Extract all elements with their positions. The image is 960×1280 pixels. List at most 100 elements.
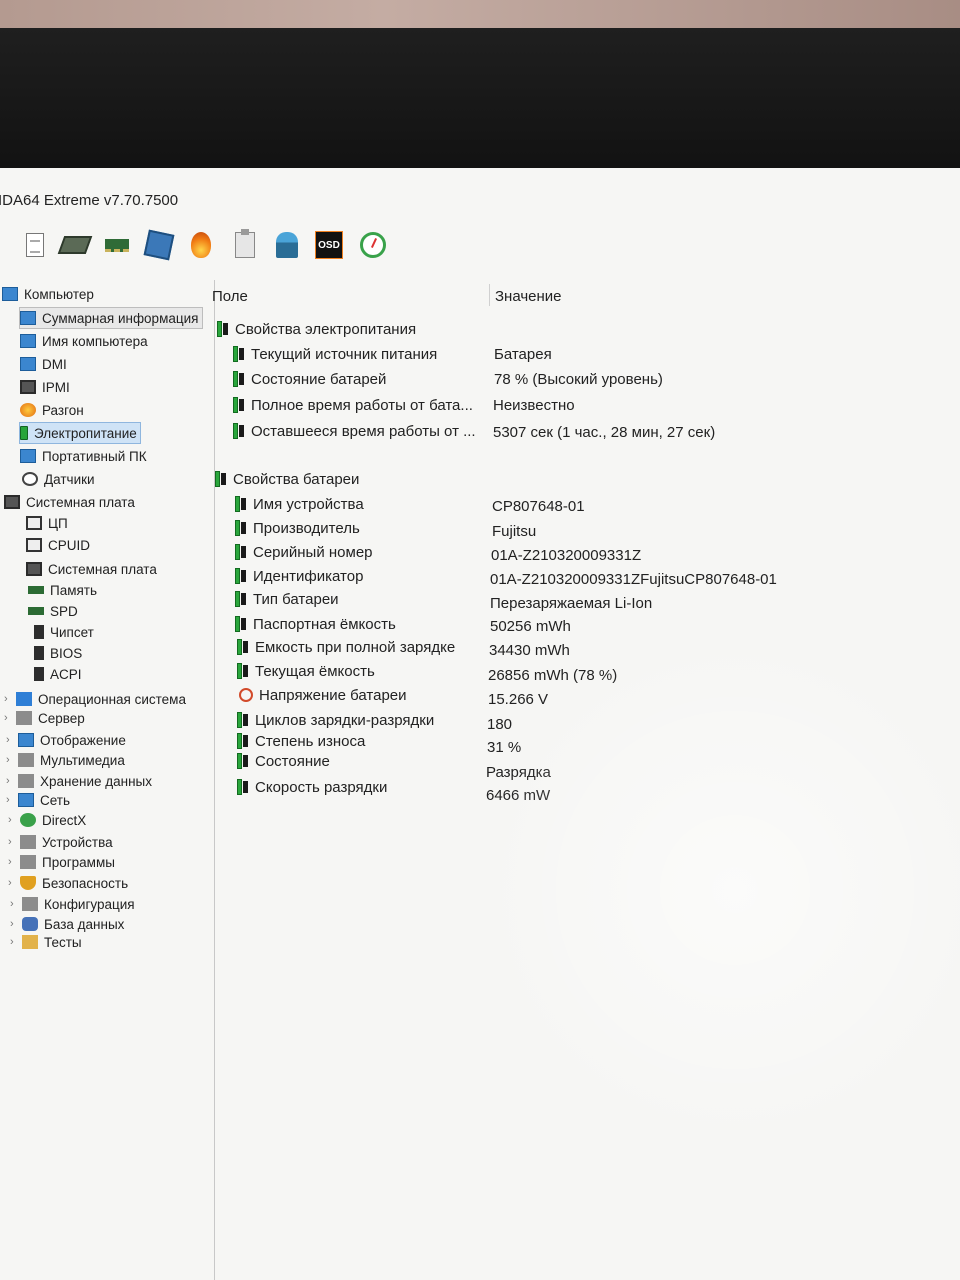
list-row[interactable]: Текущая ёмкость <box>237 660 375 682</box>
chevron-right-icon[interactable]: › <box>4 693 14 705</box>
row-value: CP807648-01 <box>492 497 585 515</box>
chevron-right-icon[interactable]: › <box>10 918 20 930</box>
chevron-right-icon[interactable]: › <box>8 856 18 868</box>
tree-item-storage[interactable]: › Хранение данных <box>6 771 152 791</box>
tree-item-programs[interactable]: › Программы <box>8 852 115 872</box>
tree-item-server[interactable]: › Сервер <box>4 708 85 728</box>
chevron-right-icon[interactable]: › <box>8 877 18 889</box>
osd-icon[interactable]: OSD <box>314 230 344 260</box>
tree-item-dmi[interactable]: DMI <box>20 354 67 374</box>
list-row[interactable]: Оставшееся время работы от ... <box>233 420 476 442</box>
list-row[interactable]: Полное время работы от бата... <box>233 394 473 416</box>
row-field: Серийный номер <box>253 543 373 561</box>
tree-item-devices[interactable]: › Устройства <box>8 832 113 852</box>
tree-item-laptop[interactable]: Портативный ПК <box>20 446 147 466</box>
memory-icon[interactable] <box>102 230 132 260</box>
report-icon[interactable] <box>20 230 50 260</box>
list-row[interactable]: Идентификатор <box>235 565 363 587</box>
computer-icon <box>2 287 18 301</box>
clipboard-icon[interactable] <box>230 229 260 260</box>
tree-item-label: BIOS <box>50 645 83 661</box>
tree-item-summary[interactable]: Суммарная информация <box>18 307 204 329</box>
chevron-right-icon[interactable]: › <box>6 754 16 766</box>
row-value: Разрядка <box>486 763 551 781</box>
list-row[interactable]: Напряжение батареи <box>239 684 407 706</box>
tree-item-power[interactable]: Электропитание <box>19 422 141 444</box>
tree-item-computer-name[interactable]: Имя компьютера <box>20 331 148 351</box>
list-row[interactable]: Производитель <box>235 517 360 539</box>
overclock-icon <box>20 403 36 417</box>
tree-item-motherboard[interactable]: Системная плата <box>26 559 157 579</box>
list-row[interactable]: Емкость при полной зарядке <box>237 636 455 658</box>
list-row[interactable]: Имя устройства <box>235 493 364 515</box>
tree-item-label: Программы <box>42 854 115 870</box>
motherboard-icon[interactable] <box>143 229 175 261</box>
server-icon <box>16 711 32 725</box>
chevron-right-icon[interactable]: › <box>8 814 18 826</box>
row-value: 01A-Z210320009331ZFujitsuCP807648-01 <box>490 570 777 588</box>
list-row[interactable]: Паспортная ёмкость <box>235 613 396 635</box>
section-title: Свойства батареи <box>233 470 360 488</box>
chevron-right-icon[interactable]: › <box>8 836 18 848</box>
tree-item-cpu[interactable]: ЦП <box>26 513 68 533</box>
tree-item-network[interactable]: › Сеть <box>6 790 70 810</box>
chevron-right-icon[interactable]: › <box>10 936 20 948</box>
tree-item-multimedia[interactable]: › Мультимедиа <box>6 750 125 770</box>
row-value: 5307 сек (1 час., 28 мин, 27 сек) <box>493 423 716 441</box>
tree-item-label: ЦП <box>48 515 68 531</box>
list-row[interactable]: Серийный номер <box>235 541 373 563</box>
tree-item-label: Сервер <box>38 710 85 726</box>
section-power-properties[interactable]: Свойства электропитания <box>217 318 416 340</box>
tree-item-chipset[interactable]: Чипсет <box>34 622 94 642</box>
window-title: IDA64 Extreme v7.70.7500 <box>0 192 179 209</box>
column-header-field[interactable]: Поле <box>212 280 248 312</box>
list-row[interactable]: Тип батареи <box>235 588 339 610</box>
tree-item-label: Чипсет <box>50 624 94 640</box>
tree-item-acpi[interactable]: ACPI <box>34 664 82 684</box>
tree-item-motherboard-group[interactable]: Системная плата <box>4 492 135 512</box>
chevron-right-icon[interactable]: › <box>10 898 20 910</box>
tree-item-computer[interactable]: Компьютер <box>2 284 94 304</box>
list-row[interactable]: Циклов зарядки-разрядки <box>237 709 434 731</box>
toolbar: OSD <box>0 226 960 266</box>
column-separator[interactable] <box>489 284 490 306</box>
tree-item-security[interactable]: › Безопасность <box>8 873 128 893</box>
chevron-right-icon[interactable]: › <box>6 734 16 746</box>
tree-item-label: Тесты <box>44 934 82 950</box>
navigation-tree: Компьютер Суммарная информация Имя компь… <box>0 280 215 1280</box>
tree-item-database[interactable]: › База данных <box>10 914 124 934</box>
tree-item-label: База данных <box>44 916 125 932</box>
list-row[interactable]: Состояние батарей <box>233 368 386 390</box>
list-row[interactable]: Состояние <box>237 750 330 772</box>
tree-item-ipmi[interactable]: IPMI <box>20 377 70 397</box>
sensor-icon <box>22 472 38 486</box>
tree-item-overclock[interactable]: Разгон <box>20 400 84 420</box>
tree-item-os[interactable]: › Операционная система <box>4 689 186 709</box>
tree-item-label: Имя компьютера <box>42 333 148 349</box>
list-row[interactable]: Степень износа <box>237 730 365 752</box>
tree-item-directx[interactable]: › DirectX <box>8 810 86 830</box>
chevron-right-icon[interactable]: › <box>4 712 14 724</box>
tree-item-display[interactable]: › Отображение <box>6 730 126 750</box>
tree-item-spd[interactable]: SPD <box>28 601 78 621</box>
chevron-right-icon[interactable]: › <box>6 794 16 806</box>
tree-item-sensors[interactable]: Датчики <box>22 469 95 489</box>
database-icon <box>22 917 38 931</box>
tree-item-tests[interactable]: › Тесты <box>10 932 82 952</box>
tree-item-memory[interactable]: Память <box>28 580 97 600</box>
row-value: Перезаряжаемая Li-Ion <box>490 594 653 612</box>
section-battery-properties[interactable]: Свойства батареи <box>215 468 359 490</box>
tree-item-label: ACPI <box>50 666 82 682</box>
tree-item-config[interactable]: › Конфигурация <box>10 894 135 914</box>
flame-icon[interactable] <box>186 230 216 260</box>
tree-item-bios[interactable]: BIOS <box>34 643 82 663</box>
user-icon[interactable] <box>272 230 302 260</box>
tree-item-cpuid[interactable]: CPUID <box>26 535 90 555</box>
cpu-icon[interactable] <box>57 230 93 260</box>
gauge-icon[interactable] <box>358 230 388 260</box>
list-row[interactable]: Скорость разрядки <box>237 776 387 798</box>
chevron-right-icon[interactable]: › <box>6 775 16 787</box>
battery-icon <box>237 753 249 769</box>
list-row[interactable]: Текущий источник питания <box>233 343 437 365</box>
column-header-value[interactable]: Значение <box>495 280 562 312</box>
